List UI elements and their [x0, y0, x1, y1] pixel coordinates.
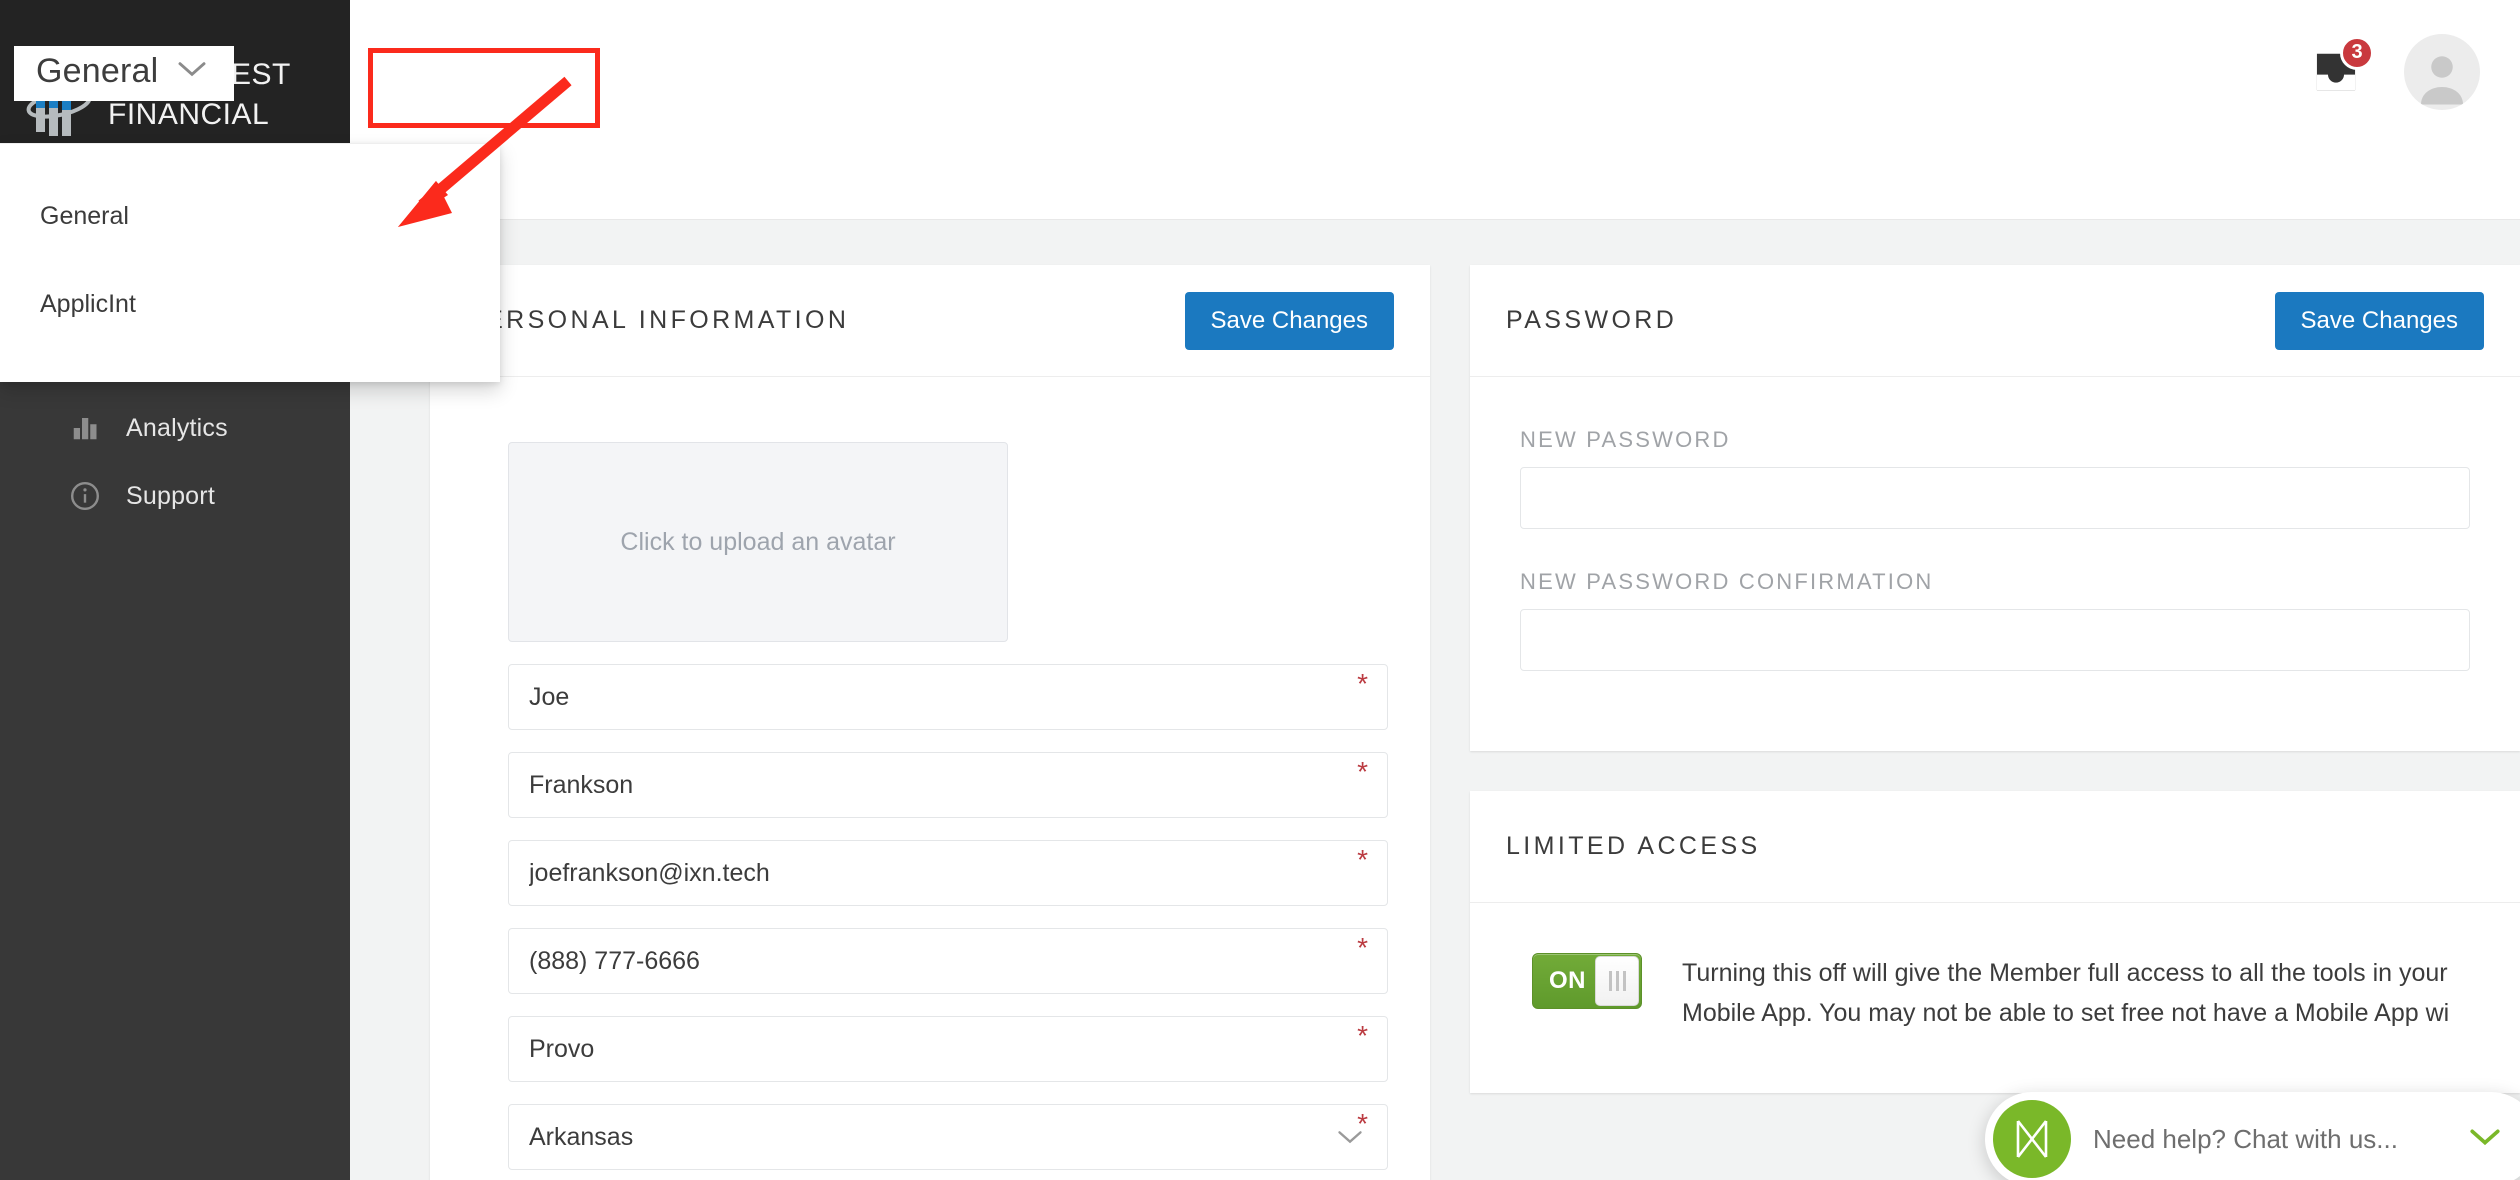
dropdown-option-applicint[interactable]: ApplicInt — [0, 260, 500, 348]
new-password-confirmation-label: NEW PASSWORD CONFIRMATION — [1520, 569, 1934, 594]
field-first-name: * — [508, 664, 1388, 730]
chevron-down-icon — [176, 59, 208, 84]
toggle-state-label: ON — [1549, 967, 1586, 994]
field-email: * — [508, 840, 1388, 906]
right-column: PASSWORD Save Changes NEW PASSWORD NEW P… — [1470, 265, 2520, 1093]
app-root: CITY CREST FINANCIAL Members — [0, 0, 2520, 1180]
bar-chart-icon — [66, 409, 104, 447]
new-password-field[interactable] — [1520, 467, 2470, 529]
inbox-button[interactable]: 3 — [2310, 35, 2374, 98]
chat-prompt-text: Need help? Chat with us... — [2093, 1123, 2398, 1154]
avatar-upload-label: Click to upload an avatar — [620, 528, 896, 556]
password-title: PASSWORD — [1506, 306, 1678, 334]
limited-access-header: LIMITED ACCESS — [1470, 791, 2520, 903]
last-name-input[interactable] — [508, 752, 1388, 818]
city-input[interactable] — [508, 1016, 1388, 1082]
avatar[interactable] — [2404, 33, 2480, 110]
section-dropdown-menu: General ApplicInt — [0, 143, 500, 382]
email-field[interactable] — [508, 840, 1388, 906]
chevron-down-icon[interactable] — [2468, 1126, 2502, 1153]
state-select[interactable] — [508, 1104, 1388, 1170]
password-card: PASSWORD Save Changes NEW PASSWORD NEW P… — [1470, 265, 2520, 751]
grip-line — [1608, 971, 1612, 991]
topbar-actions: 3 — [2310, 0, 2480, 143]
toggle-knob — [1595, 956, 1639, 1006]
page-title: PERSONAL INFORMATION — [466, 306, 850, 334]
sidebar-item-label: Support — [126, 481, 215, 510]
new-password-confirmation-field[interactable] — [1520, 609, 2470, 671]
password-body: NEW PASSWORD NEW PASSWORD CONFIRMATION — [1470, 377, 2520, 751]
topbar: 3 — [350, 0, 2520, 220]
section-dropdown-selected-label: General — [36, 52, 159, 90]
field-state: * — [508, 1104, 1388, 1170]
inbox-icon — [2310, 53, 2362, 102]
limited-access-body: ON Turning this off will give the Member… — [1470, 903, 2520, 1093]
limited-access-card: LIMITED ACCESS ON Turning this off will … — [1470, 791, 2520, 1093]
first-name-input[interactable] — [508, 664, 1388, 730]
sidebar-item-label: Analytics — [126, 413, 228, 442]
brand-line-2: FINANCIAL — [108, 98, 270, 131]
limited-access-toggle[interactable]: ON — [1532, 953, 1642, 1009]
personal-information-header: PERSONAL INFORMATION Save Changes — [430, 265, 1430, 377]
dropdown-option-general[interactable]: General — [0, 172, 500, 260]
inbox-badge: 3 — [2340, 35, 2374, 70]
limited-access-title: LIMITED ACCESS — [1506, 832, 1761, 860]
content-columns: PERSONAL INFORMATION Save Changes Click … — [430, 265, 2520, 1180]
sidebar-item-support[interactable]: Support — [0, 462, 350, 530]
chat-brand-icon — [1993, 1100, 2071, 1178]
field-city: * — [508, 1016, 1388, 1082]
sidebar-item-analytics[interactable]: Analytics — [0, 394, 350, 462]
chat-widget[interactable]: Need help? Chat with us... — [1985, 1092, 2520, 1180]
grip-line — [1622, 971, 1626, 991]
avatar-upload-dropzone[interactable]: Click to upload an avatar — [508, 442, 1008, 642]
section-dropdown-button[interactable]: General — [14, 46, 235, 101]
main-content: PERSONAL INFORMATION Save Changes Click … — [350, 220, 2520, 1180]
password-header: PASSWORD Save Changes — [1470, 265, 2520, 377]
dropdown-option-label: General — [40, 201, 129, 230]
personal-information-body: Click to upload an avatar * * * — [430, 377, 1430, 1180]
new-password-label: NEW PASSWORD — [1520, 427, 1731, 452]
user-avatar-icon — [2412, 49, 2472, 110]
save-changes-button-personal[interactable]: Save Changes — [1184, 291, 1394, 350]
save-changes-button-password[interactable]: Save Changes — [2274, 291, 2484, 350]
personal-information-card: PERSONAL INFORMATION Save Changes Click … — [430, 265, 1430, 1180]
field-phone: * — [508, 928, 1388, 994]
left-column: PERSONAL INFORMATION Save Changes Click … — [430, 265, 1430, 1180]
phone-input[interactable] — [508, 928, 1388, 994]
field-last-name: * — [508, 752, 1388, 818]
grip-line — [1615, 971, 1619, 991]
limited-access-description: Turning this off will give the Member fu… — [1682, 959, 2450, 1027]
dropdown-option-label: ApplicInt — [40, 289, 136, 318]
info-circle-icon — [66, 477, 104, 515]
